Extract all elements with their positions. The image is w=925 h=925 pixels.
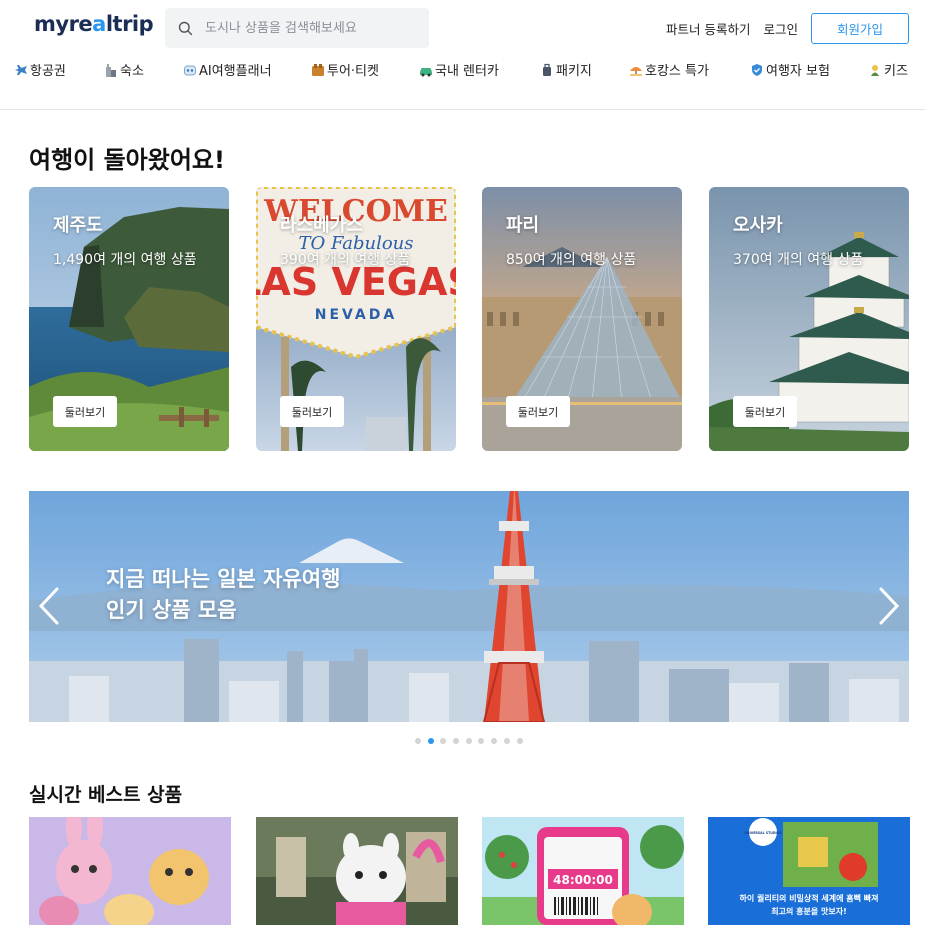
- browse-button[interactable]: 둘러보기: [733, 396, 797, 427]
- pagination-dot[interactable]: [465, 738, 472, 744]
- nav-item-kids[interactable]: 키즈: [868, 60, 908, 79]
- kids-icon: [868, 63, 882, 77]
- card-city-name: 파리: [506, 215, 540, 236]
- car-icon: [419, 63, 433, 77]
- banner-prev-arrow[interactable]: [34, 586, 64, 626]
- umbrella-icon: [629, 63, 643, 77]
- robot-icon: [183, 63, 197, 77]
- search-input[interactable]: [205, 20, 415, 36]
- promo-banner[interactable]: 지금 떠나는 일본 자유여행 인기 상품 모음: [29, 491, 909, 722]
- product-image: UNIVERSAL STUDIOS 하이 퀄리티의 비밀상적 세계에 흠뻑 빠져…: [708, 817, 910, 925]
- product-image: [256, 817, 458, 925]
- logo-text-1: myre: [34, 12, 93, 36]
- card-city-name: 제주도: [53, 215, 103, 236]
- nav-label: AI여행플래너: [199, 64, 272, 79]
- pagination-dot[interactable]: [415, 738, 421, 744]
- browse-button[interactable]: 둘러보기: [280, 396, 344, 427]
- nav-label: 패키지: [556, 64, 592, 79]
- nav-item-insurance[interactable]: 여행자 보험: [750, 60, 830, 79]
- banner-line-1: 지금 떠나는 일본 자유여행: [106, 567, 341, 591]
- timer-text: 48:00:00: [553, 873, 613, 887]
- destination-card-las-vegas[interactable]: WELCOME TO Fabulous LAS VEGAS NEVADA 라스베…: [256, 187, 456, 451]
- nav-item-ai-planner[interactable]: AI여행플래너: [183, 60, 272, 79]
- banner-headline: 지금 떠나는 일본 자유여행 인기 상품 모음: [106, 564, 340, 626]
- browse-button[interactable]: 둘러보기: [53, 396, 117, 427]
- promo-text-2: 최고의 흥분을 맛보자!: [771, 906, 846, 916]
- nav-item-rentacar[interactable]: 국내 렌터카: [419, 60, 499, 79]
- card-product-count: 850여 개의 여행 상품: [506, 252, 637, 268]
- best-product-card-1[interactable]: [29, 817, 231, 925]
- banner-next-arrow[interactable]: [874, 586, 904, 626]
- best-product-card-4[interactable]: UNIVERSAL STUDIOS 하이 퀄리티의 비밀상적 세계에 흠뻑 빠져…: [708, 817, 910, 925]
- nav-label: 키즈: [884, 64, 908, 79]
- luggage-icon: [540, 63, 554, 77]
- universal-logo-text: UNIVERSAL STUDIOS: [744, 831, 782, 835]
- nav-label: 투어·티켓: [327, 64, 379, 79]
- best-product-card-2[interactable]: [256, 817, 458, 925]
- shield-icon: [750, 63, 764, 77]
- card-product-count: 390여 개의 여행 상품: [280, 252, 411, 268]
- site-header: myrealtrip 파트너 등록하기 로그인 회원가입 항공권 숙소 AI여행…: [0, 0, 925, 110]
- partner-register-link[interactable]: 파트너 등록하기: [666, 19, 750, 38]
- pagination-dot[interactable]: [491, 738, 498, 744]
- section-title-best-products: 실시간 베스트 상품: [29, 784, 183, 806]
- pagination-dot[interactable]: [516, 738, 523, 744]
- card-city-name: 라스베가스: [280, 215, 363, 236]
- chevron-left-icon: [38, 587, 59, 625]
- pagination-dot[interactable]: [440, 738, 447, 744]
- ticket-icon: [311, 63, 325, 77]
- best-product-card-3[interactable]: 48:00:00: [482, 817, 684, 925]
- logo-text-accent: a: [92, 12, 106, 36]
- destination-card-osaka[interactable]: 오사카 370여 개의 여행 상품 둘러보기: [709, 187, 909, 451]
- search-bar[interactable]: [165, 8, 429, 48]
- browse-button[interactable]: 둘러보기: [506, 396, 570, 427]
- card-product-count: 370여 개의 여행 상품: [733, 252, 864, 268]
- nav-item-lodging[interactable]: 숙소: [104, 60, 144, 79]
- card-product-count: 1,490여 개의 여행 상품: [53, 252, 197, 268]
- product-image: 48:00:00: [482, 817, 684, 925]
- login-link[interactable]: 로그인: [763, 19, 798, 38]
- nav-item-package[interactable]: 패키지: [540, 60, 592, 79]
- nav-item-tour-ticket[interactable]: 투어·티켓: [311, 60, 379, 79]
- category-nav: 항공권 숙소 AI여행플래너 투어·티켓 국내 렌터카 패키지 호캉스 특가 여…: [14, 60, 914, 82]
- nav-label: 숙소: [120, 64, 144, 79]
- sign-text-nevada: NEVADA: [315, 307, 397, 323]
- section-title-recommended: 여행이 돌아왔어요!: [29, 146, 225, 174]
- banner-line-2: 인기 상품 모음: [106, 598, 237, 622]
- destination-card-jeju[interactable]: 제주도 1,490여 개의 여행 상품 둘러보기: [29, 187, 229, 451]
- search-icon: [165, 21, 205, 36]
- signup-button[interactable]: 회원가입: [811, 13, 909, 44]
- nav-label: 호캉스 특가: [645, 64, 709, 79]
- promo-text-1: 하이 퀄리티의 비밀상적 세계에 흠뻑 빠져: [739, 893, 878, 903]
- airplane-icon: [14, 63, 28, 77]
- card-city-name: 오사카: [733, 215, 783, 236]
- nav-label: 항공권: [30, 64, 66, 79]
- pagination-dot[interactable]: [503, 738, 510, 744]
- pagination-dot[interactable]: [453, 738, 460, 744]
- pagination-dot[interactable]: [478, 738, 485, 744]
- chevron-right-icon: [879, 587, 900, 625]
- banner-pagination: [415, 738, 529, 744]
- nav-label: 국내 렌터카: [435, 64, 499, 79]
- logo-text-2: ltrip: [105, 12, 154, 36]
- destination-card-paris[interactable]: 파리 850여 개의 여행 상품 둘러보기: [482, 187, 682, 451]
- pagination-dot[interactable]: [427, 738, 434, 744]
- nav-label: 여행자 보험: [766, 64, 830, 79]
- product-image: [29, 817, 231, 925]
- nav-item-hocance[interactable]: 호캉스 특가: [629, 60, 709, 79]
- top-links: 파트너 등록하기 로그인 회원가입: [666, 13, 909, 44]
- nav-item-flights[interactable]: 항공권: [14, 60, 66, 79]
- logo[interactable]: myrealtrip: [34, 12, 154, 36]
- building-icon: [104, 63, 118, 77]
